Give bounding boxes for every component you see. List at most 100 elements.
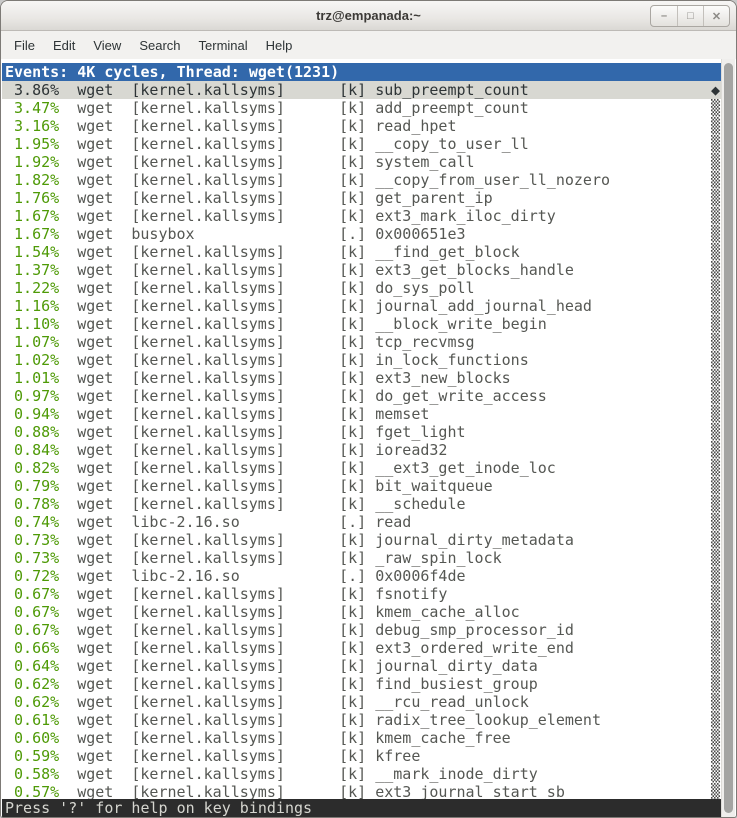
minimize-button[interactable]: – bbox=[651, 6, 677, 26]
perf-row[interactable]: 0.64%wget[kernel.kallsyms][k] journal_di… bbox=[2, 657, 721, 675]
menu-item-edit[interactable]: Edit bbox=[44, 34, 84, 57]
perf-row[interactable]: 1.76%wget[kernel.kallsyms][k] get_parent… bbox=[2, 189, 721, 207]
perf-row[interactable]: 3.86%wget[kernel.kallsyms][k] sub_preemp… bbox=[2, 81, 721, 99]
command-name: wget bbox=[77, 135, 113, 153]
perf-row[interactable]: 1.16%wget[kernel.kallsyms][k] journal_ad… bbox=[2, 297, 721, 315]
perf-row[interactable]: 0.62%wget[kernel.kallsyms][k] find_busie… bbox=[2, 675, 721, 693]
overhead-percent: 0.97% bbox=[5, 387, 59, 405]
perf-row[interactable]: 1.82%wget[kernel.kallsyms][k] __copy_fro… bbox=[2, 171, 721, 189]
command-name: wget bbox=[77, 621, 113, 639]
close-button[interactable]: ✕ bbox=[703, 6, 729, 26]
perf-row[interactable]: 0.62%wget[kernel.kallsyms][k] __rcu_read… bbox=[2, 693, 721, 711]
perf-row[interactable]: 1.02%wget[kernel.kallsyms][k] in_lock_fu… bbox=[2, 351, 721, 369]
shared-object: libc-2.16.so bbox=[131, 567, 339, 585]
perf-row[interactable]: 0.61%wget[kernel.kallsyms][k] radix_tree… bbox=[2, 711, 721, 729]
menu-item-terminal[interactable]: Terminal bbox=[190, 34, 257, 57]
perf-row-list: 3.86%wget[kernel.kallsyms][k] sub_preemp… bbox=[2, 81, 721, 801]
tui-scroll-track-icon: ▒ bbox=[711, 513, 720, 531]
symbol-name: [k] kmem_cache_free bbox=[339, 729, 511, 747]
overhead-percent: 0.94% bbox=[5, 405, 59, 423]
tui-scroll-track-icon: ▒ bbox=[711, 117, 720, 135]
shared-object: [kernel.kallsyms] bbox=[131, 657, 339, 675]
perf-row[interactable]: 0.94%wget[kernel.kallsyms][k] memset▒ bbox=[2, 405, 721, 423]
symbol-name: [k] in_lock_functions bbox=[339, 351, 529, 369]
tui-scroll-track-icon: ▒ bbox=[711, 567, 720, 585]
overhead-percent: 0.84% bbox=[5, 441, 59, 459]
tui-scroll-track-icon: ▒ bbox=[711, 621, 720, 639]
perf-row[interactable]: 0.58%wget[kernel.kallsyms][k] __mark_ino… bbox=[2, 765, 721, 783]
menu-item-search[interactable]: Search bbox=[130, 34, 189, 57]
symbol-name: [k] fsnotify bbox=[339, 585, 447, 603]
command-name: wget bbox=[77, 441, 113, 459]
tui-scroll-track-icon: ▒ bbox=[711, 675, 720, 693]
title-bar[interactable]: trz@empanada:~ – □ ✕ bbox=[1, 1, 736, 31]
overhead-percent: 1.67% bbox=[5, 225, 59, 243]
terminal-screen[interactable]: Events: 4K cycles, Thread: wget(1231) 3.… bbox=[2, 59, 721, 817]
perf-row[interactable]: 0.84%wget[kernel.kallsyms][k] ioread32▒ bbox=[2, 441, 721, 459]
shared-object: [kernel.kallsyms] bbox=[131, 729, 339, 747]
tui-scroll-track-icon: ▒ bbox=[711, 531, 720, 549]
symbol-name: [k] journal_dirty_data bbox=[339, 657, 538, 675]
command-name: wget bbox=[77, 171, 113, 189]
command-name: wget bbox=[77, 405, 113, 423]
perf-row[interactable]: 1.92%wget[kernel.kallsyms][k] system_cal… bbox=[2, 153, 721, 171]
command-name: wget bbox=[77, 585, 113, 603]
perf-row[interactable]: 1.67%wget[kernel.kallsyms][k] ext3_mark_… bbox=[2, 207, 721, 225]
overhead-percent: 0.73% bbox=[5, 549, 59, 567]
menu-item-file[interactable]: File bbox=[5, 34, 44, 57]
perf-row[interactable]: 1.07%wget[kernel.kallsyms][k] tcp_recvms… bbox=[2, 333, 721, 351]
perf-row[interactable]: 0.67%wget[kernel.kallsyms][k] debug_smp_… bbox=[2, 621, 721, 639]
perf-row[interactable]: 0.97%wget[kernel.kallsyms][k] do_get_wri… bbox=[2, 387, 721, 405]
tui-scroll-track-icon: ▒ bbox=[711, 747, 720, 765]
scrollbar-track[interactable] bbox=[721, 59, 735, 817]
shared-object: [kernel.kallsyms] bbox=[131, 675, 339, 693]
perf-row[interactable]: 0.67%wget[kernel.kallsyms][k] kmem_cache… bbox=[2, 603, 721, 621]
shared-object: libc-2.16.so bbox=[131, 513, 339, 531]
perf-row[interactable]: 1.67%wgetbusybox[.] 0x000651e3▒ bbox=[2, 225, 721, 243]
overhead-percent: 1.16% bbox=[5, 297, 59, 315]
perf-row[interactable]: 0.73%wget[kernel.kallsyms][k] _raw_spin_… bbox=[2, 549, 721, 567]
shared-object: [kernel.kallsyms] bbox=[131, 549, 339, 567]
perf-row[interactable]: 3.16%wget[kernel.kallsyms][k] read_hpet▒ bbox=[2, 117, 721, 135]
perf-row[interactable]: 1.37%wget[kernel.kallsyms][k] ext3_get_b… bbox=[2, 261, 721, 279]
menu-item-help[interactable]: Help bbox=[257, 34, 302, 57]
tui-scroll-track-icon: ▒ bbox=[711, 441, 720, 459]
menu-bar: FileEditViewSearchTerminalHelp bbox=[1, 31, 736, 59]
perf-row[interactable]: 0.72%wgetlibc-2.16.so[.] 0x0006f4de▒ bbox=[2, 567, 721, 585]
perf-row[interactable]: 0.74%wgetlibc-2.16.so[.] read▒ bbox=[2, 513, 721, 531]
perf-row[interactable]: 3.47%wget[kernel.kallsyms][k] add_preemp… bbox=[2, 99, 721, 117]
perf-row[interactable]: 0.60%wget[kernel.kallsyms][k] kmem_cache… bbox=[2, 729, 721, 747]
symbol-name: [k] ext3_ordered_write_end bbox=[339, 639, 574, 657]
command-name: wget bbox=[77, 639, 113, 657]
perf-row[interactable]: 1.22%wget[kernel.kallsyms][k] do_sys_pol… bbox=[2, 279, 721, 297]
perf-row[interactable]: 1.95%wget[kernel.kallsyms][k] __copy_to_… bbox=[2, 135, 721, 153]
overhead-percent: 0.88% bbox=[5, 423, 59, 441]
perf-row[interactable]: 0.82%wget[kernel.kallsyms][k] __ext3_get… bbox=[2, 459, 721, 477]
perf-row[interactable]: 0.66%wget[kernel.kallsyms][k] ext3_order… bbox=[2, 639, 721, 657]
shared-object: [kernel.kallsyms] bbox=[131, 315, 339, 333]
overhead-percent: 0.79% bbox=[5, 477, 59, 495]
shared-object: [kernel.kallsyms] bbox=[131, 297, 339, 315]
terminal-window: trz@empanada:~ – □ ✕ FileEditViewSearchT… bbox=[0, 0, 737, 818]
perf-events-header: Events: 4K cycles, Thread: wget(1231) bbox=[2, 63, 721, 81]
perf-row[interactable]: 1.01%wget[kernel.kallsyms][k] ext3_new_b… bbox=[2, 369, 721, 387]
overhead-percent: 1.02% bbox=[5, 351, 59, 369]
command-name: wget bbox=[77, 513, 113, 531]
scrollbar-thumb[interactable] bbox=[724, 63, 733, 813]
perf-row[interactable]: 1.54%wget[kernel.kallsyms][k] __find_get… bbox=[2, 243, 721, 261]
perf-row[interactable]: 0.73%wget[kernel.kallsyms][k] journal_di… bbox=[2, 531, 721, 549]
shared-object: [kernel.kallsyms] bbox=[131, 117, 339, 135]
symbol-name: [k] add_preempt_count bbox=[339, 99, 529, 117]
perf-row[interactable]: 0.78%wget[kernel.kallsyms][k] __schedule… bbox=[2, 495, 721, 513]
perf-row[interactable]: 1.10%wget[kernel.kallsyms][k] __block_wr… bbox=[2, 315, 721, 333]
overhead-percent: 0.67% bbox=[5, 603, 59, 621]
perf-row[interactable]: 0.67%wget[kernel.kallsyms][k] fsnotify▒ bbox=[2, 585, 721, 603]
tui-scroll-track-icon: ▒ bbox=[711, 135, 720, 153]
symbol-name: [k] system_call bbox=[339, 153, 474, 171]
tui-scroll-track-icon: ▒ bbox=[711, 405, 720, 423]
perf-row[interactable]: 0.79%wget[kernel.kallsyms][k] bit_waitqu… bbox=[2, 477, 721, 495]
menu-item-view[interactable]: View bbox=[84, 34, 130, 57]
perf-row[interactable]: 0.88%wget[kernel.kallsyms][k] fget_light… bbox=[2, 423, 721, 441]
perf-row[interactable]: 0.59%wget[kernel.kallsyms][k] kfree▒ bbox=[2, 747, 721, 765]
maximize-button[interactable]: □ bbox=[677, 6, 703, 26]
